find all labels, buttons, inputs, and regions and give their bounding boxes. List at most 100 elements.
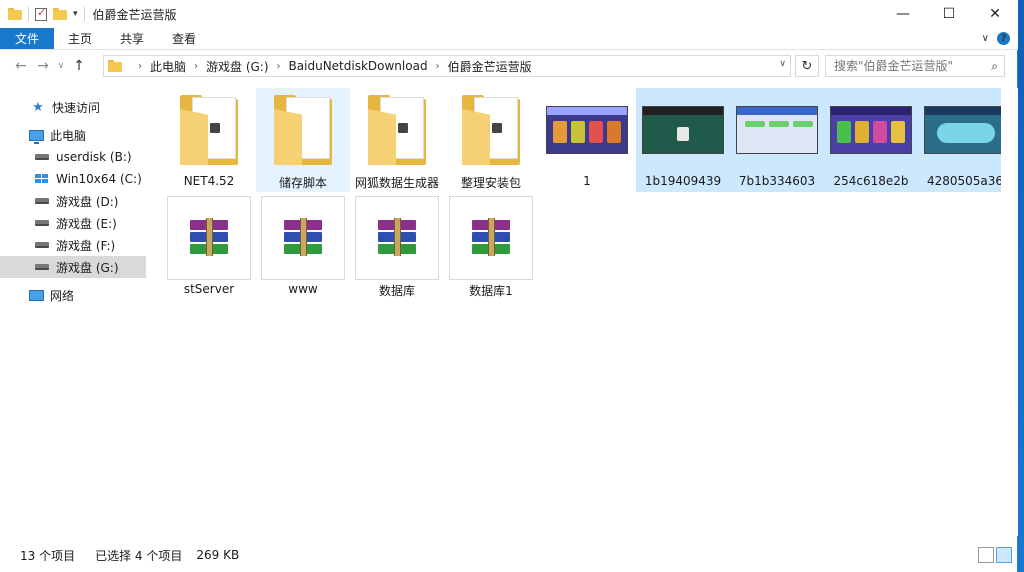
windows-drive-icon [34, 172, 50, 186]
maximize-button[interactable]: ☐ [926, 0, 972, 28]
nav-label: 游戏盘 (F:) [56, 238, 116, 253]
ribbon-tabs: 文件 主页 共享 查看 ∨ ? [0, 28, 1018, 50]
toolbar-separator [83, 7, 85, 21]
search-input[interactable] [834, 59, 984, 73]
nav-label: 快速访问 [52, 100, 101, 115]
file-name: 4280505a36 [926, 174, 1004, 188]
large-icons-view-button[interactable] [996, 547, 1012, 563]
folder-icon [462, 95, 520, 165]
desktop-background [1018, 0, 1024, 572]
image-item[interactable]: 7b1b334603 [730, 88, 824, 192]
search-icon[interactable]: ⌕ [991, 59, 998, 74]
file-name: 1 [583, 174, 591, 188]
drive-icon [34, 150, 50, 164]
file-name: www [288, 282, 318, 296]
nav-drive-b[interactable]: userdisk (B:) [0, 146, 148, 168]
details-view-button[interactable] [978, 547, 994, 563]
nav-quick-access[interactable]: ★ 快速访问 [0, 96, 148, 118]
folder-item[interactable]: 网狐数据生成器 [350, 88, 444, 192]
nav-this-pc[interactable]: 此电脑 [0, 124, 148, 146]
file-name: NET4.52 [183, 174, 235, 188]
customize-toolbar-icon[interactable]: ▾ [73, 9, 78, 19]
nav-drive-c[interactable]: Win10x64 (C:) [0, 168, 148, 190]
archive-icon [449, 196, 533, 280]
breadcrumb: › 此电脑 › 游戏盘 (G:) › BaiduNetdiskDownload … [130, 58, 532, 75]
folder-item[interactable]: 整理安装包 [444, 88, 538, 192]
title-bar[interactable]: ▾ 伯爵金芒运营版 — ☐ ✕ [0, 0, 1018, 28]
expand-ribbon-icon[interactable]: ∨ [982, 33, 989, 44]
file-list[interactable]: NET4.52 储存脚本 网狐数据生成器 整理安装包 1 1b19409439 … [150, 88, 1018, 536]
archive-icon [261, 196, 345, 280]
ribbon-right-controls: ∨ ? [982, 28, 1018, 49]
properties-icon[interactable] [35, 6, 47, 21]
drive-icon [34, 194, 50, 208]
folder-item[interactable]: 储存脚本 [256, 88, 350, 192]
file-name: 整理安装包 [460, 176, 521, 190]
archive-item[interactable]: 数据库1 [444, 196, 538, 300]
nav-drive-f[interactable]: 游戏盘 (F:) [0, 234, 148, 256]
help-icon[interactable]: ? [997, 32, 1010, 45]
chevron-right-icon[interactable]: › [277, 61, 281, 72]
address-bar[interactable]: › 此电脑 › 游戏盘 (G:) › BaiduNetdiskDownload … [103, 55, 791, 77]
nav-drive-d[interactable]: 游戏盘 (D:) [0, 190, 148, 212]
image-thumbnail [924, 106, 1006, 154]
archive-item[interactable]: www [256, 196, 350, 300]
recent-locations-icon[interactable]: ∨ [54, 61, 68, 71]
nav-label: 游戏盘 (D:) [56, 194, 119, 209]
chevron-right-icon[interactable]: › [194, 61, 198, 72]
nav-network[interactable]: 网络 [0, 284, 148, 306]
breadcrumb-drive-g[interactable]: 游戏盘 (G:) [206, 58, 269, 75]
up-icon[interactable]: ↑ [68, 58, 90, 74]
image-item[interactable]: 254c618e2b [824, 88, 918, 192]
window-title: 伯爵金芒运营版 [92, 7, 177, 22]
file-name: 网狐数据生成器 [354, 176, 439, 190]
breadcrumb-this-pc[interactable]: 此电脑 [150, 58, 186, 75]
image-thumbnail [642, 106, 724, 154]
drive-icon [34, 260, 50, 274]
nav-drive-e[interactable]: 游戏盘 (E:) [0, 212, 148, 234]
image-thumbnail [830, 106, 912, 154]
computer-icon [28, 128, 44, 144]
breadcrumb-baidu[interactable]: BaiduNetdiskDownload [289, 59, 428, 73]
folder-icon [368, 95, 426, 165]
status-bar: 13 个项目 已选择 4 个项目 269 KB [0, 544, 1018, 566]
archive-icon [167, 196, 251, 280]
window-controls: — ☐ ✕ [880, 0, 1018, 28]
folder-item[interactable]: NET4.52 [162, 88, 256, 192]
tab-share[interactable]: 共享 [106, 28, 158, 49]
image-item[interactable]: 4280505a36 [918, 88, 1012, 192]
selection-count: 已选择 4 个项目 [95, 548, 183, 563]
chevron-right-icon[interactable]: › [138, 61, 142, 72]
refresh-button[interactable]: ↻ [795, 55, 819, 77]
folder-icon [180, 95, 238, 165]
navigation-pane: ★ 快速访问 此电脑 userdisk (B:) Win10x64 (C:) 游… [0, 88, 148, 536]
image-item[interactable]: 1 [540, 88, 634, 192]
address-row: ← → ∨ ↑ › 此电脑 › 游戏盘 (G:) › BaiduNetdiskD… [0, 50, 1018, 82]
file-name: 数据库1 [469, 284, 513, 298]
file-name: 1b19409439 [644, 174, 722, 188]
new-folder-icon[interactable] [53, 8, 67, 20]
tab-view[interactable]: 查看 [158, 28, 210, 49]
tab-home[interactable]: 主页 [54, 28, 106, 49]
close-button[interactable]: ✕ [972, 0, 1018, 28]
chevron-down-icon[interactable]: ∨ [779, 59, 786, 69]
chevron-right-icon[interactable]: › [436, 61, 440, 72]
back-icon[interactable]: ← [10, 58, 32, 74]
vertical-scrollbar[interactable] [1001, 88, 1018, 536]
search-box[interactable]: ⌕ [825, 55, 1005, 77]
tab-file[interactable]: 文件 [0, 28, 54, 49]
forward-icon[interactable]: → [32, 58, 54, 74]
nav-drive-g[interactable]: 游戏盘 (G:) [0, 256, 146, 278]
breadcrumb-current[interactable]: 伯爵金芒运营版 [448, 58, 532, 75]
drive-icon [34, 238, 50, 252]
archive-item[interactable]: stServer [162, 196, 256, 300]
archive-icon [355, 196, 439, 280]
folder-icon [108, 60, 122, 72]
archive-item[interactable]: 数据库 [350, 196, 444, 300]
minimize-button[interactable]: — [880, 0, 926, 28]
nav-label: 游戏盘 (G:) [56, 260, 119, 275]
drive-icon [34, 216, 50, 230]
image-item[interactable]: 1b19409439 [636, 88, 730, 192]
folder-icon [274, 95, 332, 165]
nav-label: 此电脑 [50, 128, 87, 143]
